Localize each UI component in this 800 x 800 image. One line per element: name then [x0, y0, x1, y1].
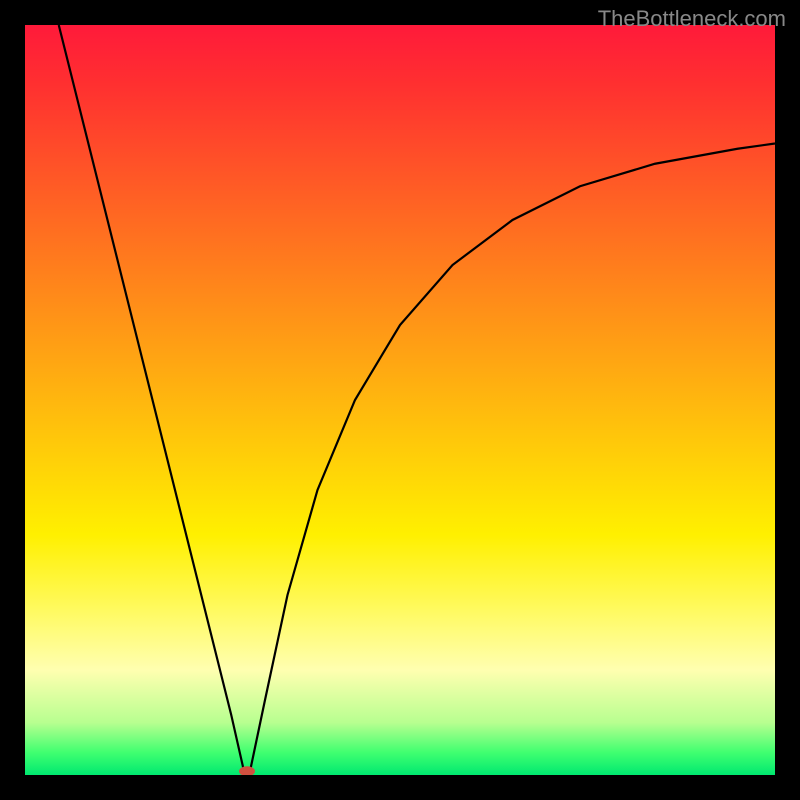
curve-left-branch: [59, 25, 244, 771]
pit-marker: [239, 766, 255, 775]
curve-right-branch: [250, 144, 775, 772]
watermark-text: TheBottleneck.com: [598, 6, 786, 32]
chart-svg: [25, 25, 775, 775]
chart-plot-area: [25, 25, 775, 775]
